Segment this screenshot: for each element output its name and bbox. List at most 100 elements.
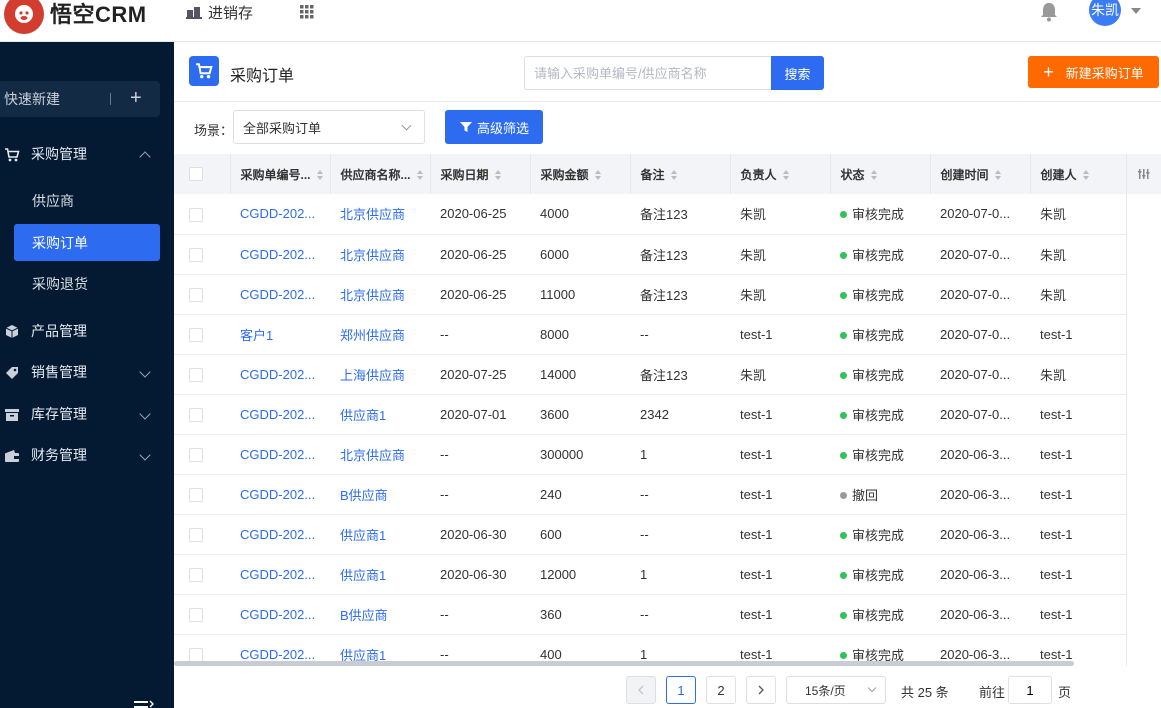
table-row[interactable]: CGDD-202... 供应商1 2020-06-30 600 -- test-1 审核完成… [174, 514, 1161, 555]
table-cell[interactable]: 北京供应商 [330, 434, 430, 475]
cell-link[interactable]: B供应商 [340, 488, 388, 503]
table-cell[interactable]: 供应商1 [330, 514, 430, 555]
column-header[interactable]: 采购金额 [530, 154, 631, 194]
cell-link[interactable]: 供应商1 [340, 528, 386, 543]
column-settings-button[interactable] [1127, 154, 1161, 194]
cell-link[interactable]: 北京供应商 [340, 248, 405, 263]
row-checkbox[interactable] [189, 287, 203, 302]
table-cell[interactable]: CGDD-202... [230, 394, 330, 435]
sidebar-item-finance[interactable]: 财务管理 [0, 435, 174, 475]
cell-link[interactable]: CGDD-202... [240, 527, 315, 542]
table-cell[interactable]: B供应商 [330, 474, 430, 515]
column-header[interactable]: 供应商名称... [330, 154, 431, 194]
table-cell[interactable]: 北京供应商 [330, 234, 430, 275]
sort-icon[interactable] [316, 170, 323, 181]
app-logo[interactable]: 悟空CRM [4, 0, 147, 42]
cell-link[interactable]: CGDD-202... [240, 647, 315, 662]
column-header[interactable]: 负责人 [730, 154, 831, 194]
row-checkbox[interactable] [189, 407, 203, 422]
table-row[interactable]: CGDD-202... B供应商 -- 360 -- test-1 审核完成 2020-06-… [174, 594, 1161, 635]
select-all-checkbox[interactable] [189, 167, 203, 182]
table-row[interactable]: CGDD-202... 供应商1 2020-07-01 3600 2342 test-1 审… [174, 394, 1161, 435]
cell-link[interactable]: 上海供应商 [340, 368, 405, 383]
table-cell[interactable]: CGDD-202... [230, 354, 330, 395]
search-input[interactable] [524, 56, 772, 90]
cell-link[interactable]: 供应商1 [340, 408, 386, 423]
sidebar-item-inventory[interactable]: 库存管理 [0, 394, 174, 434]
bell-icon[interactable] [1040, 2, 1058, 22]
row-checkbox[interactable] [189, 527, 203, 542]
collapse-sidebar-icon[interactable] [134, 699, 154, 708]
user-avatar[interactable]: 朱凯 [1089, 0, 1121, 26]
row-checkbox[interactable] [189, 367, 203, 382]
table-cell[interactable]: 客户1 [230, 314, 330, 355]
user-menu-caret-icon[interactable] [1131, 8, 1141, 14]
column-header[interactable]: 采购日期 [430, 154, 531, 194]
column-header[interactable]: 采购单编号... [230, 154, 331, 194]
table-cell[interactable]: CGDD-202... [230, 274, 330, 315]
table-cell[interactable]: CGDD-202... [230, 194, 330, 235]
cell-link[interactable]: 北京供应商 [340, 288, 405, 303]
page-size-select[interactable]: 15条/页 [786, 676, 886, 704]
sort-icon[interactable] [994, 170, 1001, 181]
cell-link[interactable]: CGDD-202... [240, 287, 315, 302]
table-row[interactable]: CGDD-202... 上海供应商 2020-07-25 14000 备注123 朱凯 审核… [174, 354, 1161, 395]
cell-link[interactable]: CGDD-202... [240, 247, 315, 262]
sort-icon[interactable] [594, 170, 601, 181]
goto-page-input[interactable] [1008, 676, 1052, 704]
page-1-button[interactable]: 1 [666, 676, 696, 704]
table-cell[interactable]: CGDD-202... [230, 514, 330, 555]
sidebar-subitem-purchase-returns[interactable]: 采购退货 [14, 265, 160, 302]
column-header[interactable]: 创建时间 [930, 154, 1031, 194]
module-switcher[interactable]: 进销存 [186, 0, 253, 24]
row-checkbox[interactable] [189, 447, 203, 462]
cell-link[interactable]: CGDD-202... [240, 447, 315, 462]
sidebar-item-sales[interactable]: 销售管理 [0, 352, 174, 392]
row-checkbox[interactable] [189, 207, 203, 222]
table-cell[interactable]: B供应商 [330, 594, 430, 635]
sort-icon[interactable] [670, 170, 677, 181]
table-cell[interactable]: CGDD-202... [230, 554, 330, 595]
page-2-button[interactable]: 2 [706, 676, 736, 704]
cell-link[interactable]: 客户1 [240, 328, 273, 343]
table-cell[interactable]: 上海供应商 [330, 354, 430, 395]
sidebar-item-purchase[interactable]: 采购管理 [0, 134, 174, 174]
cell-link[interactable]: 郑州供应商 [340, 328, 405, 343]
row-checkbox[interactable] [189, 247, 203, 262]
cell-link[interactable]: CGDD-202... [240, 407, 315, 422]
cell-link[interactable]: B供应商 [340, 608, 388, 623]
next-page-button[interactable] [746, 676, 776, 704]
sort-icon[interactable] [782, 170, 789, 181]
table-cell[interactable]: CGDD-202... [230, 434, 330, 475]
cell-link[interactable]: CGDD-202... [240, 487, 315, 502]
table-cell[interactable]: 供应商1 [330, 554, 430, 595]
cell-link[interactable]: 北京供应商 [340, 207, 405, 222]
sidebar-subitem-suppliers[interactable]: 供应商 [14, 182, 160, 219]
scene-select[interactable]: 全部采购订单 [233, 110, 425, 144]
table-row[interactable]: CGDD-202... 北京供应商 2020-06-25 4000 备注123 朱凯 审核完… [174, 194, 1161, 235]
table-cell[interactable]: CGDD-202... [230, 474, 330, 515]
table-row[interactable]: CGDD-202... B供应商 -- 240 -- test-1 撤回 2020-06-3.… [174, 474, 1161, 515]
sidebar-subitem-purchase-orders[interactable]: 采购订单 [14, 224, 160, 261]
sidebar-item-products[interactable]: 产品管理 [0, 311, 174, 351]
table-cell[interactable]: 郑州供应商 [330, 314, 430, 355]
new-purchase-order-button[interactable]: + 新建采购订单 [1028, 56, 1159, 88]
sort-icon[interactable] [494, 170, 501, 181]
table-cell[interactable]: 供应商1 [330, 394, 430, 435]
cell-link[interactable]: 北京供应商 [340, 448, 405, 463]
row-checkbox[interactable] [189, 647, 203, 662]
table-cell[interactable]: CGDD-202... [230, 234, 330, 275]
search-button[interactable]: 搜索 [771, 56, 824, 90]
cell-link[interactable]: CGDD-202... [240, 607, 315, 622]
quick-new-button[interactable]: 快速新建 + [0, 81, 160, 117]
table-cell[interactable]: 北京供应商 [330, 194, 430, 235]
row-checkbox[interactable] [189, 567, 203, 582]
sort-icon[interactable] [870, 170, 877, 181]
table-row[interactable]: CGDD-202... 北京供应商 2020-06-25 11000 备注123 朱凯 审核… [174, 274, 1161, 315]
column-header[interactable]: 备注 [630, 154, 731, 194]
cell-link[interactable]: CGDD-202... [240, 367, 315, 382]
table-row[interactable]: CGDD-202... 供应商1 2020-06-30 12000 1 test-1 审核完… [174, 554, 1161, 595]
table-cell[interactable]: CGDD-202... [230, 594, 330, 635]
advanced-filter-button[interactable]: 高级筛选 [445, 110, 543, 144]
table-row[interactable]: 客户1 郑州供应商 -- 8000 -- test-1 审核完成 2020-07-0... te… [174, 314, 1161, 355]
